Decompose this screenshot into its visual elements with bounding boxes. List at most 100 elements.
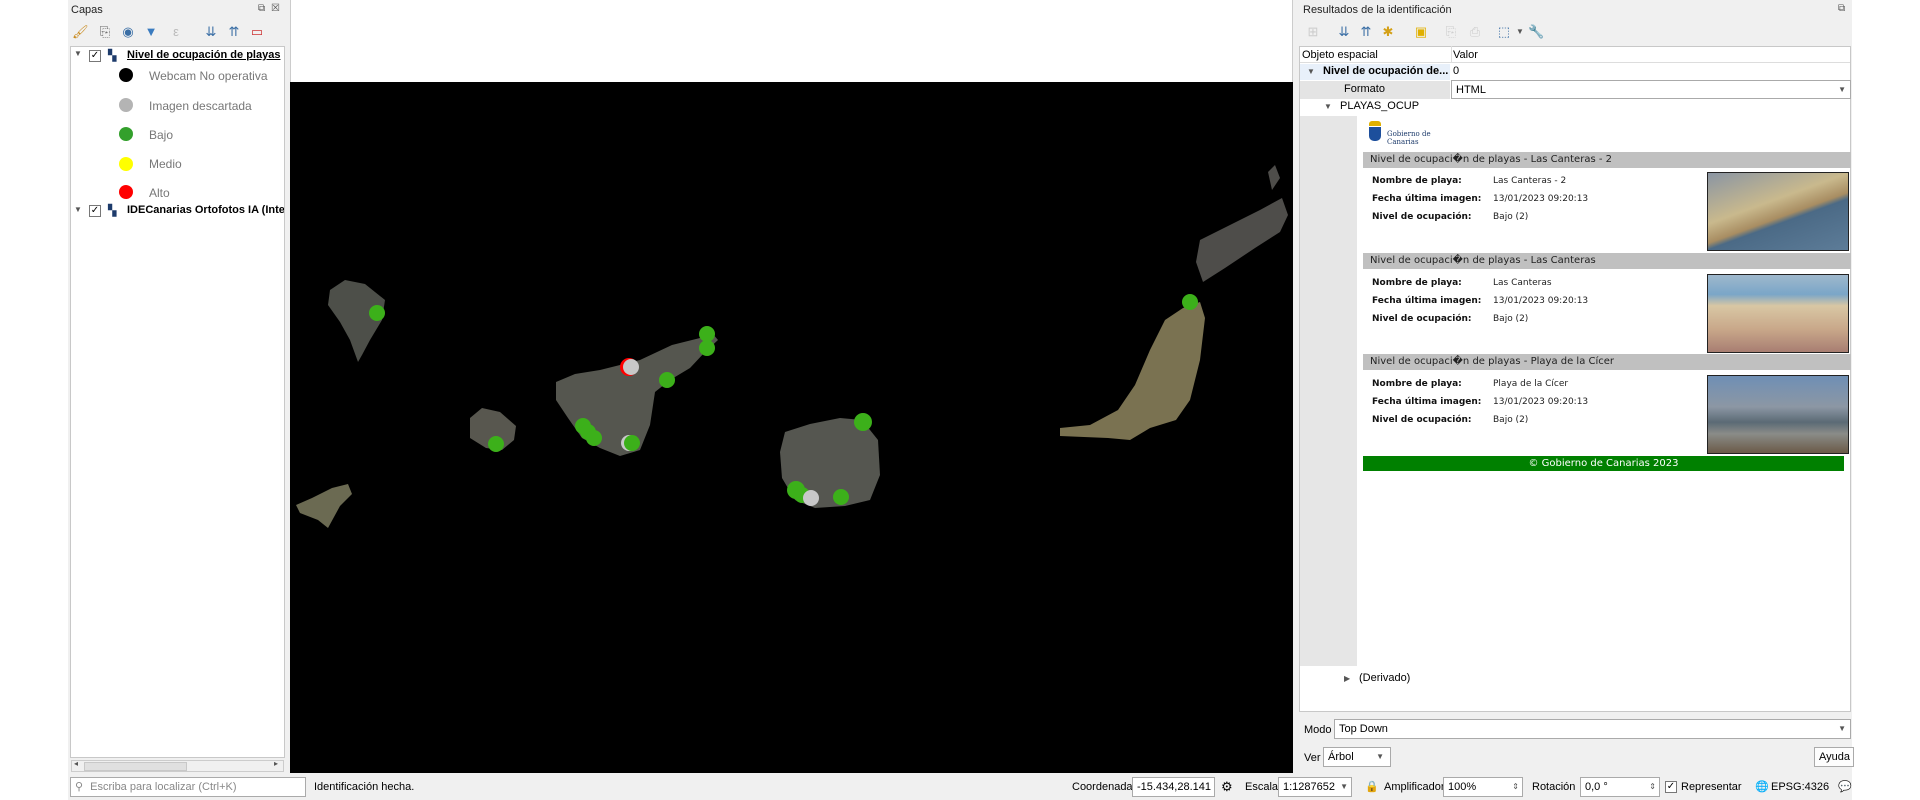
map-point-bajo [369,305,385,321]
eye-visibility-icon[interactable]: ◉ [120,24,136,40]
layer-name[interactable]: Nivel de ocupación de playas [127,49,280,61]
island-la-graciosa [1268,165,1280,190]
field-value: Las Canteras - 2 [1493,176,1567,186]
island-la-palma [328,280,385,362]
column-header[interactable]: Valor [1453,49,1478,61]
locator-placeholder: Escriba para localizar (Ctrl+K) [90,781,237,793]
derived-node[interactable]: (Derivado) [1359,672,1410,684]
legend-label: Webcam No operativa [149,69,268,83]
view-select[interactable]: Árbol ▼ [1323,747,1391,767]
webcam-photo[interactable] [1707,274,1849,353]
field-label: Nivel de ocupación: [1372,415,1472,425]
settings-wrench-icon[interactable]: 🔧 [1528,24,1544,40]
scale-label: Escala [1245,781,1279,793]
logo-text: Gobierno de Canarias [1387,130,1431,146]
legend-label: Bajo [149,128,174,142]
expand-new-icon[interactable]: ✱ [1380,24,1396,40]
rotation-label: Rotación [1532,781,1576,793]
column-header[interactable]: Objeto espacial [1302,49,1378,61]
format-value: HTML [1456,84,1486,96]
filter-icon[interactable]: ▼ [143,24,159,40]
coordinate-toggle-icon[interactable]: ⚙ [1221,780,1233,794]
legend-symbol [119,185,133,199]
field-label: Nombre de playa: [1372,278,1462,288]
map-point-bajo [699,340,715,356]
magnifier-spinbox[interactable]: 100% ⇕ [1443,777,1523,797]
field-label: Fecha última imagen: [1372,194,1482,204]
map-canvas-top [290,0,1293,82]
lock-icon[interactable]: 🔒 [1365,780,1379,794]
expand-arrow-icon[interactable]: ▼ [1324,102,1332,111]
expand-arrow-icon[interactable]: ▼ [74,49,82,58]
island-lanzarote [1196,198,1288,282]
map-canvas[interactable] [290,82,1293,773]
legend-symbol [119,68,133,82]
collapse-tree-icon[interactable]: ⇈ [1358,24,1374,40]
feature-name[interactable]: PLAYAS_OCUP [1340,100,1419,112]
expand-tree-icon[interactable]: ⇊ [1336,24,1352,40]
collapse-all-icon[interactable]: ⇈ [226,24,242,40]
format-select[interactable]: HTML ▼ [1451,80,1851,99]
layer-checkbox[interactable]: ✓ [89,50,101,62]
field-value: Playa de la Cícer [1493,379,1569,389]
webcam-photo[interactable] [1707,375,1849,454]
chevron-down-icon: ▼ [1376,752,1384,761]
chevron-down-icon: ▼ [1838,724,1846,733]
style-brush-icon[interactable]: 🖌 [72,24,89,40]
magnifier-label: Amplificador [1384,781,1445,793]
locator-search[interactable]: ⚲ Escriba para localizar (Ctrl+K) [70,777,306,797]
copy-feature-icon[interactable]: ⎘ [1443,24,1459,40]
island-fuerteventura [1060,302,1205,440]
layer-row-value: 0 [1453,65,1460,77]
view-value: Árbol [1328,751,1354,763]
select-mode-icon[interactable]: ⬚ [1496,24,1512,40]
chevron-down-icon: ▼ [1838,85,1846,94]
globe-crs-icon[interactable]: 🌐 [1755,780,1769,794]
scroll-left-icon[interactable]: ◂ [74,759,78,768]
print-icon[interactable]: ⎙ [1467,24,1483,40]
map-svg [296,165,1288,528]
float-panel-icon[interactable]: ⧉ [258,3,265,14]
map-point-bajo [833,489,849,505]
close-panel-icon[interactable]: ☒ [271,3,280,14]
legend-label: Medio [149,157,182,171]
scale-combo[interactable]: 1:1287652 ▼ [1278,777,1352,797]
coordinate-input[interactable]: -15.434,28.141 [1132,777,1215,797]
expand-arrow-icon[interactable]: ▼ [1307,67,1315,76]
dropdown-arrow-icon[interactable]: ▼ [1512,24,1528,40]
layer-name[interactable]: IDECanarias Ortofotos IA (Inte [127,204,284,216]
chevron-down-icon: ▼ [1340,782,1348,791]
expression-filter-icon[interactable]: ε [168,24,184,40]
map-point-bajo [854,413,872,431]
expand-arrow-icon[interactable]: ▶ [1344,674,1350,683]
expand-all-icon[interactable]: ⇊ [203,24,219,40]
record-title: Nivel de ocupaci�n de playas - Las Cante… [1363,253,1851,269]
remove-layer-icon[interactable]: ▭ [249,24,265,40]
expand-icon[interactable]: ⊞ [1305,24,1321,40]
layer-type-icon: ▚ [108,50,117,62]
render-checkbox[interactable]: ✓ [1665,781,1677,793]
layer-row-name[interactable]: Nivel de ocupación de... [1323,65,1448,77]
rotation-spinbox[interactable]: 0,0 ° ⇕ [1580,777,1660,797]
float-panel-icon[interactable]: ⧉ [1838,3,1845,14]
map-point-bajo [1182,294,1198,310]
expand-arrow-icon[interactable]: ▼ [74,205,82,214]
field-label: Nombre de playa: [1372,176,1462,186]
help-button[interactable]: Ayuda [1814,747,1854,767]
format-label: Formato [1344,83,1385,95]
legend-symbol [119,127,133,141]
layer-checkbox[interactable]: ✓ [89,205,101,217]
crs-button[interactable]: EPSG:4326 [1771,780,1829,794]
webcam-photo[interactable] [1707,172,1849,251]
clear-results-icon[interactable]: ▣ [1413,24,1429,40]
mode-select[interactable]: Top Down ▼ [1334,719,1851,739]
spin-arrows-icon[interactable]: ⇕ [1512,778,1519,796]
scroll-right-icon[interactable]: ▸ [274,759,278,768]
spin-arrows-icon[interactable]: ⇕ [1649,778,1656,796]
add-group-icon[interactable]: ⎘ [97,24,113,40]
map-point-bajo [659,372,675,388]
scrollbar-thumb[interactable] [84,762,187,771]
map-point-descartada [623,359,639,375]
messages-icon[interactable]: 💬 [1838,780,1852,794]
horizontal-scrollbar[interactable]: ◂ ▸ [71,759,284,772]
